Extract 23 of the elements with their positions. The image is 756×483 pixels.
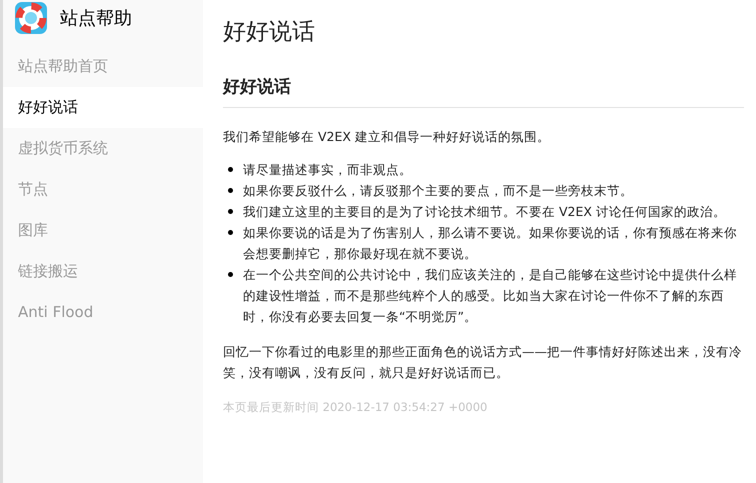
bullet-icon — [228, 208, 233, 214]
list-item-text: 如果你要反驳什么，请反驳那个主要的要点，而不是一些旁枝末节。 — [243, 182, 633, 200]
last-updated: 本页最后更新时间 2020-12-17 03:54:27 +0000 — [223, 398, 488, 416]
list-item-text: 我们建立这里的主要目的是为了讨论技术细节。不要在 V2EX 讨论任何国家的政治。 — [243, 202, 726, 220]
sidebar-item[interactable]: Anti Flood — [3, 292, 203, 333]
sidebar-item[interactable]: 节点 — [3, 169, 203, 210]
sidebar-title: 站点帮助 — [60, 6, 132, 30]
list-item-text: 如果你要说的话是为了伤害别人，那么请不要说。如果你要说的话，你有预感在将来你会想要删掉它，那你最好现在就不要说。 — [243, 224, 738, 262]
bullet-icon — [228, 188, 233, 192]
list-item-text: 请尽量描述事实，而非观点。 — [243, 160, 412, 178]
page-title: 好好说话 — [223, 18, 316, 47]
sidebar-item[interactable]: 站点帮助首页 — [3, 46, 203, 87]
sidebar-item[interactable]: 链接搬运 — [3, 251, 203, 292]
bullet-icon — [228, 272, 233, 276]
bullet-icon — [228, 230, 233, 234]
sidebar-item[interactable]: 图库 — [3, 210, 203, 251]
sidebar-item[interactable]: 好好说话 — [3, 87, 203, 128]
closing-paragraph: 回忆一下你看过的电影里的那些正面角色的说话方式——把一件事情好好陈述出来，没有冷笑，没有嘲讽，没有反问，就只是好好说话而已。 — [223, 342, 743, 382]
bullet-icon — [228, 166, 233, 172]
list-item-text: 在一个公共空间的公共讨论中，我们应该关注的，是自己能够在这些讨论中提供什么样的建设性增益，而不是那些纯粹个人的感受。比如当大家在讨论一件你不了解的东西时，你没有必要去回复一条“不明觉厉”。 — [243, 266, 738, 326]
sidebar-item[interactable]: 虚拟货币系统 — [3, 128, 203, 169]
section-title: 好好说话 — [223, 75, 744, 108]
intro-paragraph: 我们希望能够在 V2EX 建立和倡导一种好好说话的氛围。 — [223, 128, 551, 146]
